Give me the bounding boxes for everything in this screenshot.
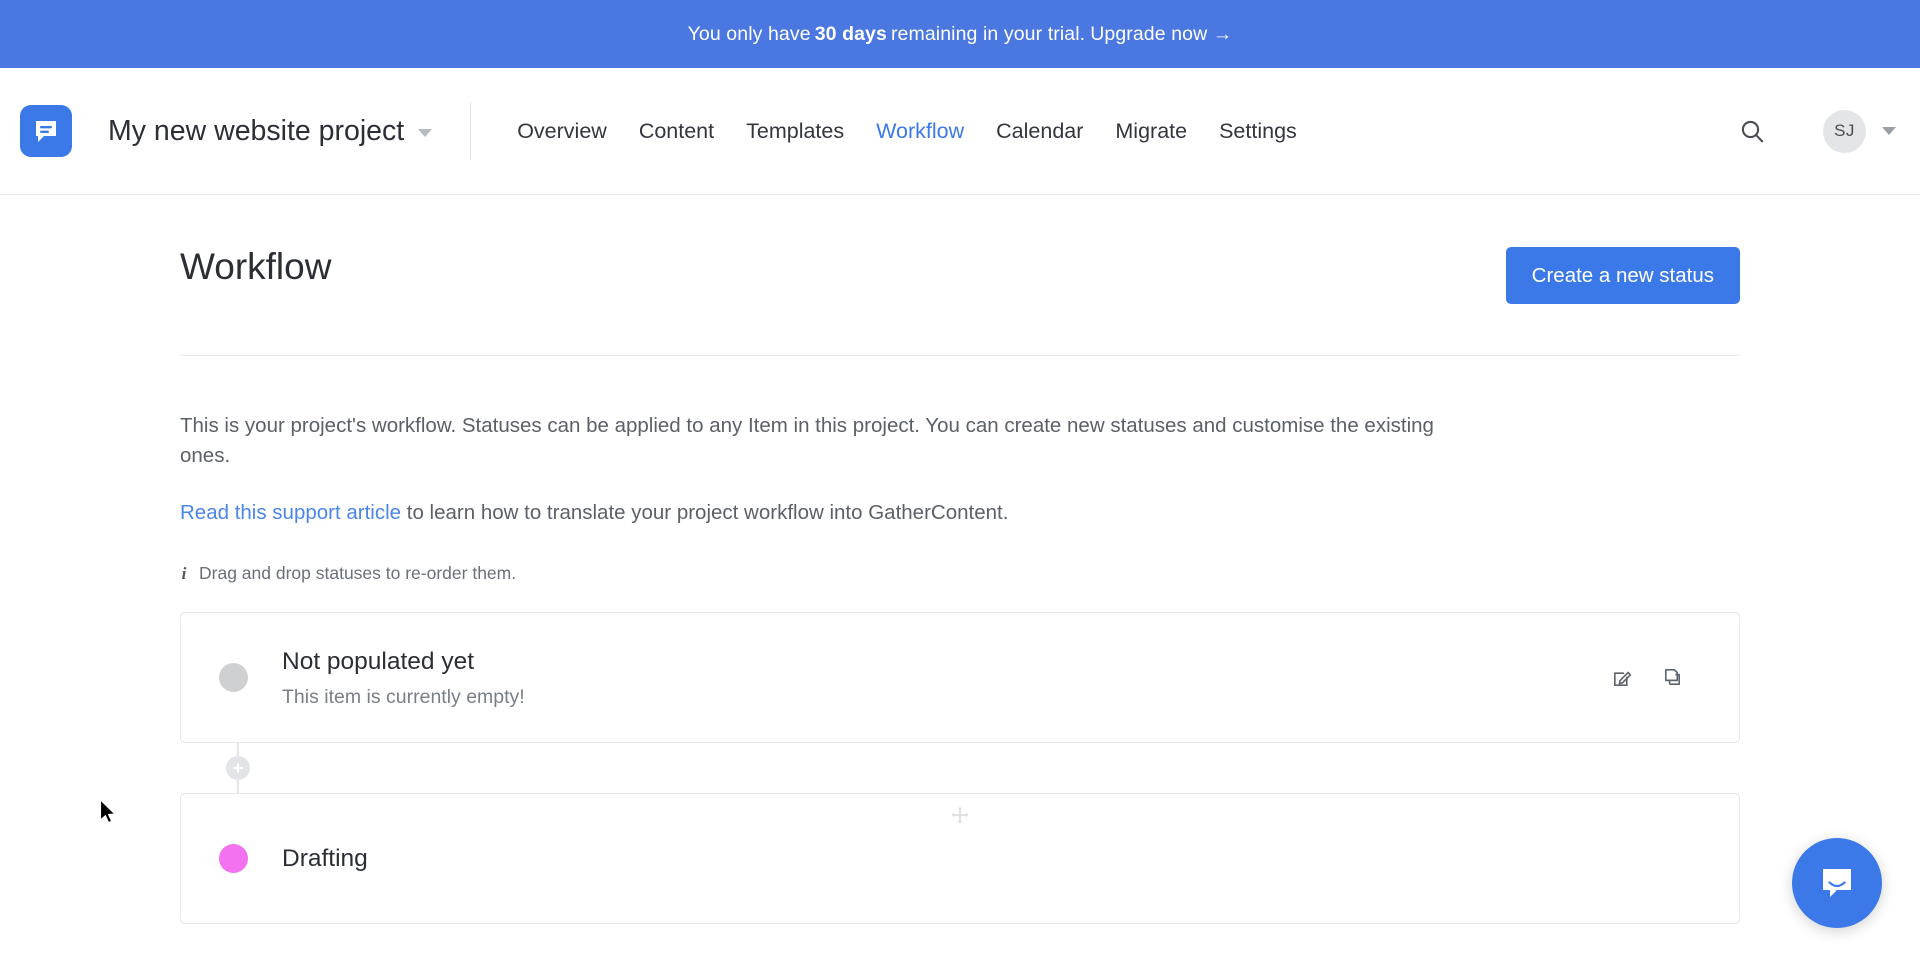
status-card[interactable]: Drafting [180,793,1740,925]
nav-item-migrate[interactable]: Migrate [1099,119,1203,144]
status-card[interactable]: Not populated yet This item is currently… [180,612,1740,744]
upgrade-now-link[interactable]: Upgrade now → [1090,23,1232,46]
drag-drop-hint: i Drag and drop statuses to re-order the… [180,525,1740,584]
read-support-article-link[interactable]: Read this support article [180,501,401,524]
status-text: Not populated yet This item is currently… [282,646,525,710]
status-name: Drafting [282,845,368,873]
page-title: Workflow [180,246,332,287]
page-body: Workflow Create a new status This is you… [0,195,1920,956]
support-article-line: Read this support article to learn how t… [180,470,1740,525]
header-actions: SJ [1729,108,1896,154]
status-connector [180,743,1740,794]
status-list: Not populated yet This item is currently… [180,584,1740,925]
nav-item-templates[interactable]: Templates [730,119,860,144]
search-icon[interactable] [1729,108,1775,154]
nav-item-content[interactable]: Content [623,119,730,144]
move-arrows-icon[interactable] [949,804,971,826]
intercom-launcher-button[interactable] [1792,838,1882,928]
drag-drop-hint-label: Drag and drop statuses to re-order them. [199,563,517,584]
duplicate-copy-icon[interactable] [1657,663,1687,693]
status-text: Drafting [282,843,368,875]
page-header-row: Workflow Create a new status [180,195,1740,304]
intro-paragraph: This is your project's workflow. Statuse… [180,414,1434,467]
trial-banner: You only have 30 days remaining in your … [0,0,1920,68]
project-switcher[interactable]: My new website project [108,114,433,148]
header-divider [470,102,472,160]
avatar[interactable]: SJ [1823,109,1866,153]
status-name: Not populated yet [282,647,475,675]
nav-item-overview[interactable]: Overview [501,119,623,144]
trial-days-remaining: 30 days [814,22,887,45]
create-a-new-status-button[interactable]: Create a new status [1505,247,1740,304]
project-name-label: My new website project [108,114,405,147]
nav-item-settings[interactable]: Settings [1203,119,1313,144]
mouse-pointer-icon [99,799,119,832]
status-actions [1607,663,1709,693]
nav-item-workflow[interactable]: Workflow [860,119,980,144]
nav-item-calendar[interactable]: Calendar [980,119,1099,144]
edit-pencil-icon[interactable] [1607,663,1637,693]
app-header: My new website project Overview Content … [0,68,1920,195]
trial-banner-text-after: remaining in your trial. [890,22,1086,45]
status-color-dot [219,663,248,693]
chevron-down-icon[interactable] [1882,127,1896,135]
gathercontent-logo-icon[interactable] [20,105,72,157]
support-article-suffix: to learn how to translate your project w… [401,501,1009,525]
chat-bubble-icon [1823,869,1851,897]
plus-circle-icon[interactable] [226,756,250,781]
chevron-down-icon [418,129,433,137]
main-nav: Overview Content Templates Workflow Cale… [501,119,1313,144]
info-icon: i [181,563,187,583]
trial-banner-text-before: You only have [687,22,811,45]
status-color-dot [219,844,248,874]
content-container: Workflow Create a new status This is you… [180,195,1740,925]
status-description: This item is currently empty! [282,685,525,708]
